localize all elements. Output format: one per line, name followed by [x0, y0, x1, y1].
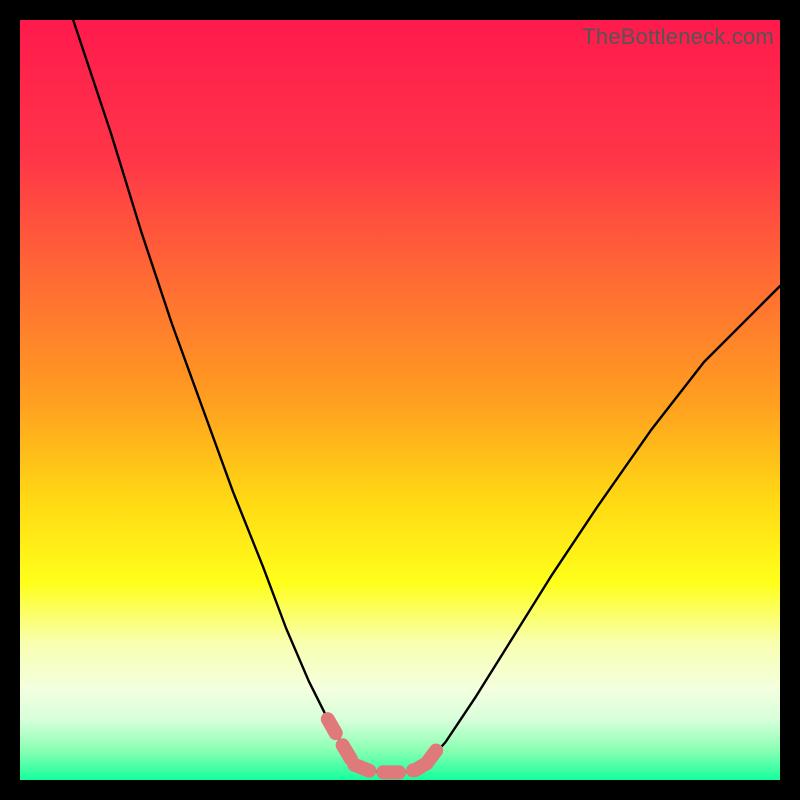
watermark-text: TheBottleneck.com [582, 24, 774, 50]
accent-valley-highlight [328, 719, 438, 772]
bottleneck-curve [20, 20, 780, 780]
chart-frame: TheBottleneck.com [20, 20, 780, 780]
main-curve-line [73, 20, 780, 772]
